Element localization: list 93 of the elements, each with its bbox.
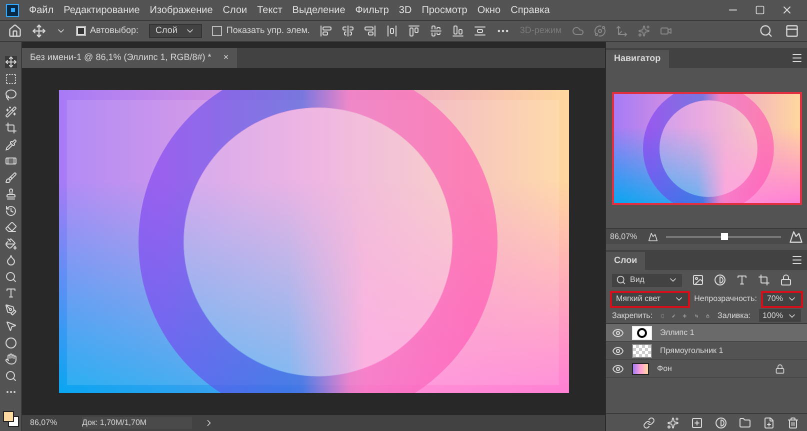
layer-action-icon[interactable] [667,416,679,428]
marquee-tool-icon[interactable] [4,72,16,84]
document-title: Без имени-1 @ 86,1% (Эллипс 1, RGB/8#) * [30,51,212,64]
move-tool-icon[interactable] [4,56,16,68]
layer-action-icon[interactable] [715,416,727,428]
checkbox[interactable] [76,26,86,36]
menu-item[interactable]: 3D [398,2,412,18]
eyedropper-tool-icon[interactable] [4,138,16,150]
home-icon[interactable] [8,24,22,38]
eye-icon[interactable] [612,344,624,356]
align-icon[interactable] [342,25,354,37]
search-icon[interactable] [759,24,773,38]
menu-item[interactable]: Редактирование [64,2,140,18]
autoselect-label: Автовыбор: [90,24,139,38]
stamp-tool-icon[interactable] [4,188,16,200]
layers-tab[interactable]: Слои [606,252,646,270]
layer-action-icon[interactable] [739,416,751,428]
fill-label: Заливка: [718,310,751,322]
layer-action-icon[interactable] [763,416,775,428]
filter-icon[interactable] [736,274,748,286]
layer-name: Фон [657,362,672,374]
ellipse-tool-icon[interactable] [4,336,16,348]
doc-size: Док: 1,70M/1,70M [82,417,192,429]
layer-name: Прямоугольник 1 [660,344,724,356]
menu-item[interactable]: Файл [29,2,54,18]
layer-name: Эллипс 1 [660,326,694,338]
layer-row[interactable]: Прямоугольник 1 [606,342,807,360]
document-tab[interactable]: Без имени-1 @ 86,1% (Эллипс 1, RGB/8#) * × [22,48,237,68]
menu-item[interactable]: Выделение [292,2,346,18]
align-icon[interactable] [474,25,486,37]
navigator-zoom-field[interactable]: 86,07% [610,230,640,242]
lasso-tool-icon[interactable] [4,89,16,101]
align-icon[interactable] [430,25,442,37]
menu-item[interactable]: Фильтр [355,2,389,18]
menu-item[interactable]: Справка [510,2,550,18]
panel-menu-icon[interactable] [791,52,803,64]
zoom-slider-thumb[interactable] [720,232,728,240]
type-tool-icon[interactable] [4,287,16,299]
app-logo [6,4,19,16]
bandage-tool-icon[interactable] [4,155,16,167]
layer-row[interactable]: Эллипс 1 [606,324,807,342]
close-tab-button[interactable]: × [223,51,229,65]
eraser-tool-icon[interactable] [4,221,16,233]
target-select[interactable]: Слой [148,24,202,38]
brush-tool-icon[interactable] [4,172,16,184]
align-icon[interactable] [408,25,420,37]
filter-icon[interactable] [692,274,704,286]
layer-thumbnail [632,344,652,358]
lock-label: Закрепить: [612,310,653,322]
layer-row[interactable]: Фон [606,360,807,378]
zoom-value: 86,07% [30,417,58,429]
layer-thumbnail [632,326,652,340]
show-transform-label: Показать упр. элем. [226,24,310,38]
opacity-label: Непрозрачность: [694,293,757,305]
layer-action-icon[interactable] [691,416,703,428]
crop-tool-icon[interactable] [4,122,16,134]
panel-menu-icon[interactable] [791,254,803,266]
layer-filter-select[interactable]: Вид [612,274,682,286]
filter-icon[interactable] [714,274,726,286]
align-icon[interactable] [320,25,332,37]
wand-tool-icon[interactable] [4,106,16,118]
workspace-icon[interactable] [785,24,799,38]
fill-field[interactable]: 100% [758,309,801,322]
zoom-tool-icon[interactable] [4,370,16,382]
opacity-field[interactable]: 70% [762,292,801,306]
navigator-tab[interactable]: Навигатор [606,50,669,68]
blend-mode-select[interactable]: Мягкий свет [612,292,688,306]
hand-tool-icon[interactable] [4,353,16,365]
checkbox[interactable] [212,26,222,36]
filter-icon[interactable] [780,274,792,286]
menu-item[interactable]: Изображение [150,2,213,18]
menu-item[interactable]: Окно [477,2,501,18]
layer-thumbnail [632,362,649,374]
menu-item[interactable]: Просмотр [422,2,468,18]
eye-icon[interactable] [612,326,624,338]
drop-tool-icon[interactable] [4,254,16,266]
search-icon [616,275,626,285]
layer-action-icon[interactable] [787,416,799,428]
filter-icon[interactable] [758,274,770,286]
align-icon[interactable] [386,25,398,37]
color-swatches[interactable] [2,410,18,426]
menu-item[interactable]: Текст [257,2,282,18]
align-icon[interactable] [452,25,464,37]
eye-icon[interactable] [612,362,624,374]
align-icon[interactable] [364,25,376,37]
layer-action-icon[interactable] [643,416,655,428]
pen-tool-icon[interactable] [4,304,16,316]
bucket-tool-icon[interactable] [4,238,16,250]
pointer-tool-icon[interactable] [4,320,16,332]
menu-item[interactable]: Слои [222,2,248,18]
move-icon[interactable] [32,24,46,38]
close-icon[interactable] [781,4,793,16]
maximize-icon[interactable] [755,5,765,15]
